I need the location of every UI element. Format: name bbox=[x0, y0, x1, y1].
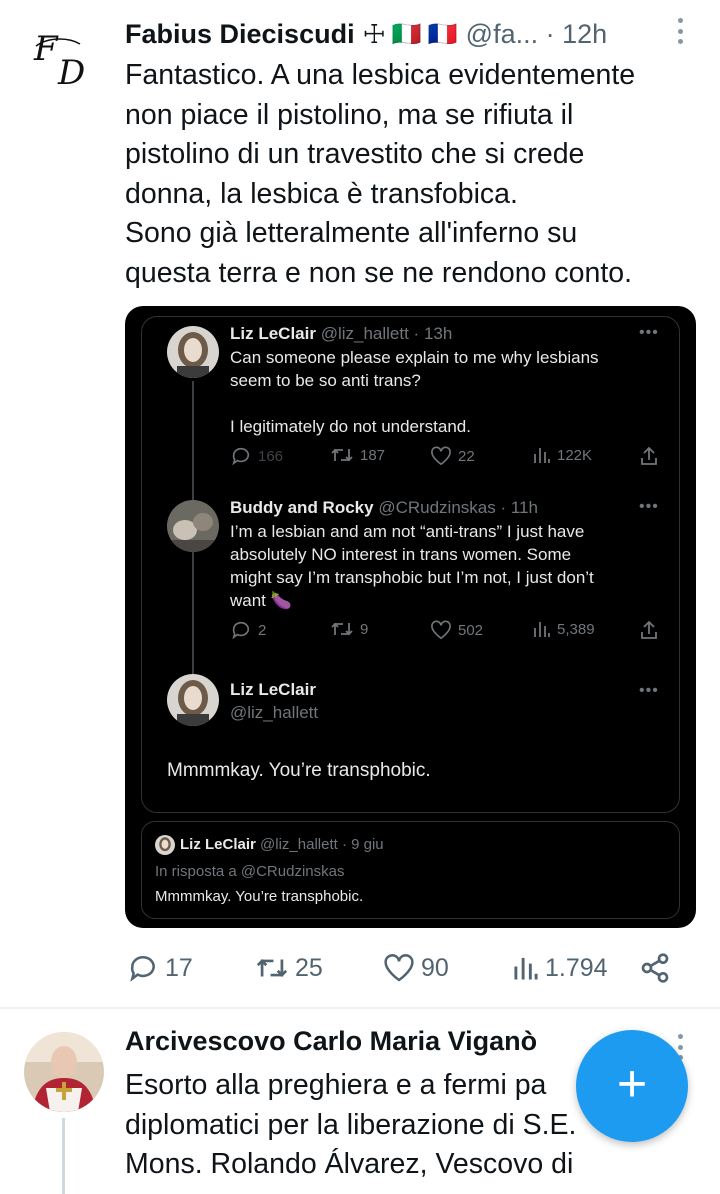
views-icon bbox=[534, 622, 550, 637]
tweet-divider bbox=[0, 1007, 720, 1009]
reply-count: 17 bbox=[165, 953, 193, 982]
post-author-name: Liz LeClair bbox=[230, 680, 316, 699]
tweet-body: Esorto alla preghiera e a fermi pa diplo… bbox=[125, 1066, 576, 1185]
tweet-fabius[interactable]: F D Fabius Dieciscudi ☩ 🇮🇹 🇫🇷 @fa... · 1… bbox=[0, 0, 720, 1007]
tweet-text-line: Mons. Rolando Álvarez, Vescovo di bbox=[125, 1148, 574, 1180]
flag-italy-icon: 🇮🇹 bbox=[391, 20, 422, 48]
retweet-icon bbox=[331, 622, 353, 636]
tweet-text-line: donna, la lesbica è transfobica. bbox=[125, 177, 518, 210]
heart-icon bbox=[431, 620, 451, 640]
retweet-icon bbox=[331, 448, 353, 462]
tweet-text-line: Fantastico. A una lesbica evidentemente bbox=[125, 59, 636, 91]
retweet-count-text: 187 bbox=[360, 446, 386, 464]
heart-icon bbox=[431, 446, 451, 466]
post-author-name: Buddy and Rocky bbox=[230, 498, 374, 517]
retweet-count-text: 9 bbox=[360, 620, 369, 638]
post-text-line: want 🍆 bbox=[230, 591, 292, 610]
like-count: 502 bbox=[430, 620, 483, 640]
avatar-liz bbox=[167, 674, 219, 726]
quote-text: Mmmmkay. You’re transphobic. bbox=[155, 888, 364, 905]
tweet-text-line: pistolino di un travestito che si crede bbox=[125, 138, 585, 170]
tweet-text-line: questa terra e non se ne rendono conto. bbox=[125, 256, 633, 289]
tweet-text-line: Sono già letteralmente all'inferno su bbox=[125, 217, 578, 249]
more-icon: ••• bbox=[639, 324, 659, 341]
more-icon: ••• bbox=[639, 682, 659, 699]
post-text-line: I legitimately do not understand. bbox=[230, 417, 471, 436]
retweet-count: 9 bbox=[330, 620, 368, 638]
like-count-text: 22 bbox=[458, 447, 475, 465]
views-icon bbox=[514, 957, 538, 980]
post-text-line: might say I’m transphobic but I’m not, I… bbox=[230, 568, 594, 587]
tweet-text-line: non piace il pistolino, ma se rifiuta il bbox=[125, 98, 574, 131]
reply-icon bbox=[130, 956, 155, 982]
quote-author-name: Liz LeClair bbox=[180, 836, 256, 853]
post-header: Buddy and Rocky @CRudzinskas · 11h bbox=[230, 498, 538, 518]
quote-reply-to: In risposta a @CRudzinskas bbox=[155, 863, 345, 880]
avatar-archbishop[interactable] bbox=[24, 1032, 104, 1112]
post-text-line: Can someone please explain to me why les… bbox=[230, 348, 599, 367]
retweet-count: 25 bbox=[295, 953, 323, 982]
post-header: Liz LeClair @liz_hallett · 13h bbox=[230, 324, 452, 344]
cross-symbol: ☩ bbox=[362, 18, 386, 49]
views-button[interactable]: 1.794 bbox=[513, 945, 608, 991]
like-count: 90 bbox=[421, 953, 449, 982]
reply-count: 2 bbox=[230, 620, 266, 640]
svg-text:D: D bbox=[57, 53, 85, 88]
view-count-text: 122K bbox=[557, 446, 593, 464]
author-name[interactable]: Fabius Dieciscudi bbox=[125, 19, 355, 50]
share-icon bbox=[641, 620, 657, 639]
share-icon bbox=[641, 446, 657, 465]
reply-icon bbox=[232, 447, 250, 466]
plus-icon: + bbox=[616, 1055, 648, 1113]
post-handle: @liz_hallett bbox=[230, 703, 319, 722]
author-name[interactable]: Arcivescovo Carlo Maria Viganò bbox=[125, 1026, 537, 1057]
post-handle-time: @liz_hallett · 13h bbox=[320, 324, 453, 343]
post-handle-time: @CRudzinskas · 11h bbox=[378, 498, 538, 517]
reply-button[interactable]: 17 bbox=[127, 945, 193, 991]
reply-count: 166 bbox=[230, 446, 283, 466]
post-text: Mmmmkay. You’re transphobic. bbox=[167, 760, 431, 781]
more-options-icon[interactable] bbox=[678, 18, 684, 44]
tweet-text-line: diplomatici per la liberazione di S.E. bbox=[125, 1108, 577, 1141]
avatar-liz-small bbox=[155, 835, 175, 855]
share-button[interactable] bbox=[639, 945, 671, 991]
tweet-body: Fantastico. A una lesbica evidentemente … bbox=[125, 56, 700, 293]
more-icon: ••• bbox=[639, 498, 659, 515]
avatar-buddy-rocky bbox=[167, 500, 219, 552]
reply-count-text: 2 bbox=[258, 621, 267, 639]
like-count-text: 502 bbox=[458, 621, 484, 639]
retweet-icon bbox=[256, 959, 288, 977]
retweet-button[interactable]: 25 bbox=[255, 945, 323, 991]
svg-text:F: F bbox=[33, 30, 59, 69]
post-text-line: I’m a lesbian and am not “anti-trans” I … bbox=[230, 522, 585, 541]
views-icon bbox=[534, 448, 550, 463]
post-text-line: seem to be so anti trans? bbox=[230, 371, 421, 390]
view-count: 1.794 bbox=[545, 953, 608, 982]
reply-count-text: 166 bbox=[258, 447, 284, 465]
retweet-count: 187 bbox=[330, 446, 385, 464]
view-count: 5,389 bbox=[533, 620, 595, 638]
post-text-line: absolutely NO interest in trans women. S… bbox=[230, 545, 572, 564]
tweet-text-line: Esorto alla preghiera e a fermi pa bbox=[125, 1069, 547, 1101]
like-count: 22 bbox=[430, 446, 475, 466]
quote-handle-date: @liz_hallett · 9 giu bbox=[260, 836, 384, 853]
share-icon bbox=[641, 953, 669, 983]
view-count-text: 5,389 bbox=[557, 620, 595, 638]
reply-icon bbox=[232, 621, 250, 640]
quote-header: Liz LeClair @liz_hallett · 9 giu bbox=[180, 836, 384, 853]
tweet-action-bar: 17 25 90 1.794 bbox=[125, 945, 685, 991]
tweet-header: Fabius Dieciscudi ☩ 🇮🇹 🇫🇷 @fa... · 12h bbox=[125, 14, 695, 54]
avatar-liz bbox=[167, 326, 219, 378]
post-author-name: Liz LeClair bbox=[230, 324, 316, 343]
view-count: 122K bbox=[533, 446, 592, 464]
tweet-media-image[interactable]: Liz LeClair @liz_hallett · 13h ••• Can s… bbox=[125, 306, 696, 928]
like-button[interactable]: 90 bbox=[383, 945, 449, 991]
thread-line bbox=[62, 1118, 65, 1194]
flag-france-icon: 🇫🇷 bbox=[427, 20, 458, 48]
compose-button[interactable]: + bbox=[576, 1030, 688, 1142]
author-handle-time[interactable]: @fa... · 12h bbox=[466, 19, 607, 50]
heart-icon bbox=[384, 954, 414, 982]
avatar-fd-monogram[interactable]: F D bbox=[30, 30, 98, 88]
